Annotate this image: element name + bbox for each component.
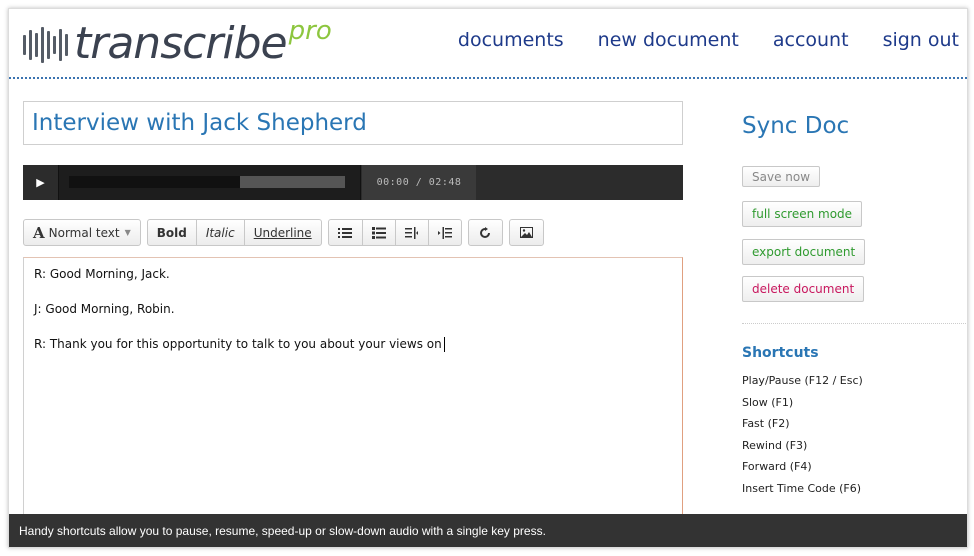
full-screen-button[interactable]: full screen mode <box>742 201 863 227</box>
outdent-icon <box>404 226 418 239</box>
undo-button[interactable] <box>469 220 502 245</box>
shortcut-item: Forward (F4) <box>742 460 812 474</box>
logo[interactable]: transcribe pro <box>23 16 332 69</box>
transcript-editor[interactable]: R: Good Morning, Jack. J: Good Morning, … <box>23 257 683 517</box>
transcript-line: R: Good Morning, Jack. <box>34 267 170 281</box>
text-cursor <box>443 337 445 352</box>
text-style-value: Normal text <box>48 225 120 240</box>
shortcut-item: Insert Time Code (F6) <box>742 481 862 495</box>
play-icon: ▶ <box>36 176 45 189</box>
unordered-list-icon <box>338 227 353 238</box>
underline-button[interactable]: Underline <box>243 220 321 245</box>
audio-time-readout: 00:00 / 02:48 <box>362 165 476 200</box>
ordered-list-icon <box>371 226 386 239</box>
format-group: Bold Italic Underline <box>146 219 322 246</box>
indent-button[interactable] <box>427 220 461 245</box>
waveform-icon <box>23 23 68 67</box>
chevron-down-icon: ▼ <box>124 228 131 237</box>
sidebar-title: Sync Doc <box>742 113 850 139</box>
header: transcribe pro documents new document ac… <box>9 9 967 79</box>
audio-buffered-fill <box>69 176 241 188</box>
text-style-select[interactable]: A Normal text ▼ <box>24 220 140 245</box>
list-group <box>327 219 462 246</box>
outdent-button[interactable] <box>394 220 428 245</box>
transcript-line: R: Thank you for this opportunity to tal… <box>34 336 672 352</box>
editor-toolbar: A Normal text ▼ Bold Italic Underline <box>23 219 544 246</box>
caption-bar: Handy shortcuts allow you to pause, resu… <box>9 514 967 547</box>
audio-seek-track[interactable] <box>59 165 361 200</box>
indent-icon <box>437 226 452 239</box>
audio-progress-bar[interactable] <box>69 176 345 188</box>
sidebar-divider <box>742 323 967 324</box>
image-group <box>508 219 544 246</box>
shortcut-item: Slow (F1) <box>742 395 794 409</box>
logo-text: transcribe <box>74 18 288 69</box>
italic-button[interactable]: Italic <box>195 220 244 245</box>
shortcut-list: Play/Pause (F12 / Esc) Slow (F1) Fast (F… <box>742 373 863 503</box>
shortcut-item: Fast (F2) <box>742 417 790 431</box>
text-style-icon: A <box>33 223 45 242</box>
nav-sign-out[interactable]: sign out <box>883 29 959 51</box>
nav-account[interactable]: account <box>773 29 849 51</box>
unordered-list-button[interactable] <box>329 220 362 245</box>
audio-player: ▶ 00:00 / 02:48 <box>23 165 683 200</box>
undo-icon <box>480 226 491 238</box>
nav-documents[interactable]: documents <box>458 29 564 51</box>
save-now-button[interactable]: Save now <box>742 166 821 187</box>
export-document-button[interactable]: export document <box>742 239 866 265</box>
play-button[interactable]: ▶ <box>23 165 59 200</box>
image-icon <box>519 227 533 238</box>
ordered-list-button[interactable] <box>361 220 395 245</box>
delete-document-button[interactable]: delete document <box>742 276 865 302</box>
nav-new-document[interactable]: new document <box>598 29 739 51</box>
insert-image-button[interactable] <box>510 220 543 245</box>
logo-suffix: pro <box>288 16 332 46</box>
shortcut-item: Rewind (F3) <box>742 438 808 452</box>
undo-group <box>467 219 503 246</box>
shortcut-item: Play/Pause (F12 / Esc) <box>742 374 863 387</box>
style-select-group: A Normal text ▼ <box>23 219 141 246</box>
transcript-line: J: Good Morning, Robin. <box>34 302 175 316</box>
main-nav: documents new document account sign out <box>458 29 959 51</box>
bold-button[interactable]: Bold <box>148 220 196 245</box>
shortcuts-title: Shortcuts <box>742 345 819 361</box>
app-window: transcribe pro documents new document ac… <box>8 8 968 548</box>
document-title-input[interactable]: Interview with Jack Shepherd <box>23 101 683 145</box>
